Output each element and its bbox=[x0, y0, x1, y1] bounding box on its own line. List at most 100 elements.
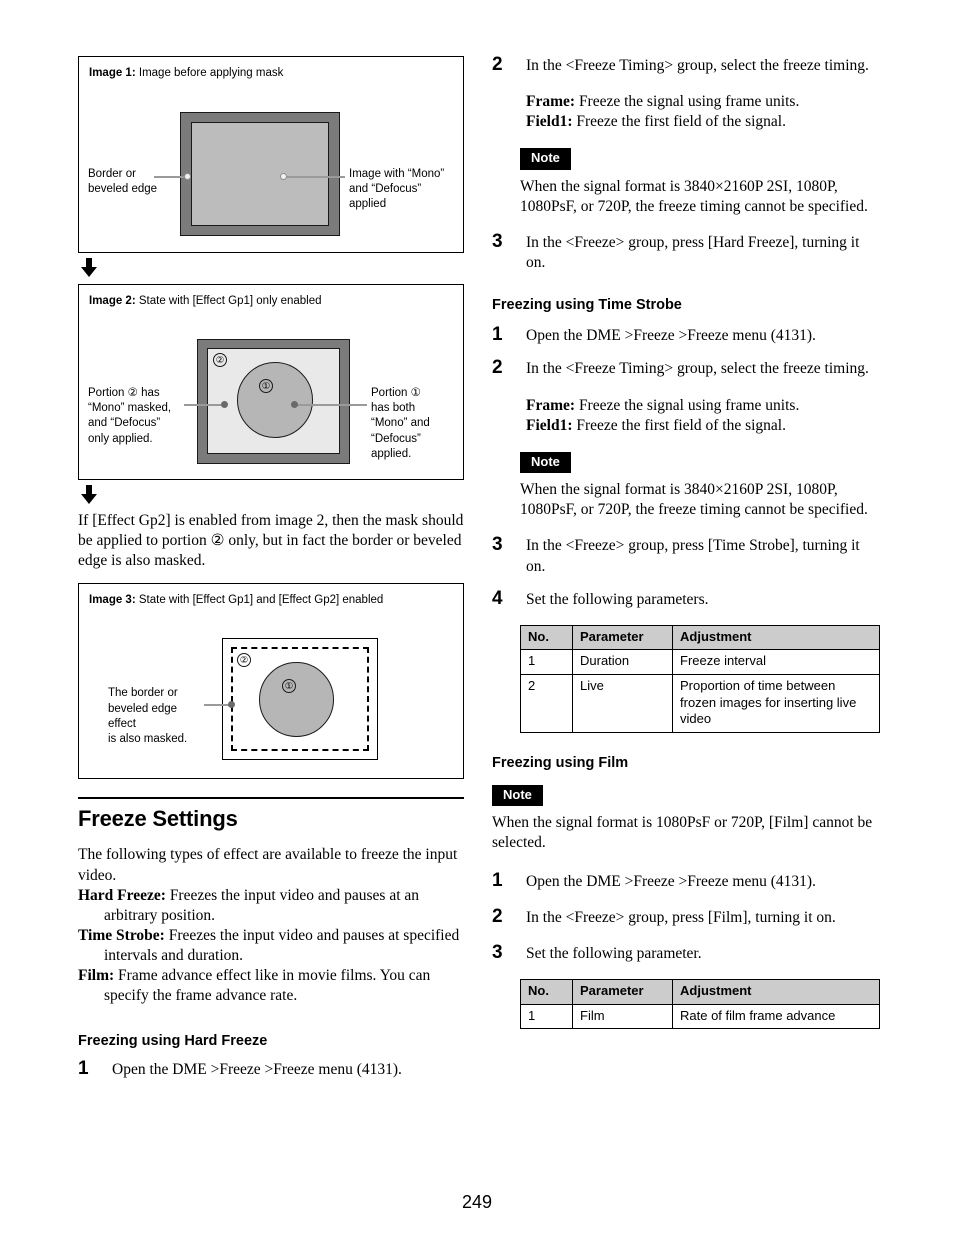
frame-option: Frame: Freeze the signal using frame uni… bbox=[526, 92, 882, 112]
figure-2-anchor-right bbox=[291, 401, 298, 408]
field1-option: Field1: Freeze the first field of the si… bbox=[526, 416, 882, 436]
figure-image-2: Image 2: State with [Effect Gp1] only en… bbox=[78, 284, 464, 480]
table-row: 2 Live Proportion of time between frozen… bbox=[520, 674, 880, 733]
step-number: 1 bbox=[78, 1057, 89, 1079]
figure-1-anchor-right bbox=[280, 173, 287, 180]
heading-freezing-using-time-strobe: Freezing using Time Strobe bbox=[492, 297, 682, 314]
callout-line: The border or bbox=[108, 687, 178, 700]
freeze-settings-intro: The following types of effect are availa… bbox=[78, 846, 458, 884]
callout-line: beveled edge effect bbox=[108, 702, 178, 730]
step-number: 3 bbox=[492, 941, 503, 963]
callout-line: is also masked. bbox=[108, 732, 188, 745]
step-number: 2 bbox=[492, 357, 503, 379]
frame-option: Frame: Freeze the signal using frame uni… bbox=[526, 396, 882, 416]
hard-freeze-note: Note When the signal format is 3840×2160… bbox=[492, 148, 882, 217]
film-note: Note When the signal format is 1080PsF o… bbox=[492, 784, 882, 854]
effect-time-strobe: Time Strobe: Freezes the input video and… bbox=[78, 926, 464, 966]
step-number: 1 bbox=[492, 324, 503, 346]
step-text: In the <Freeze> group, press [Hard Freez… bbox=[526, 234, 860, 272]
film-step-1: 1 Open the DME >Freeze >Freeze menu (413… bbox=[492, 869, 882, 892]
time-strobe-step-1: 1 Open the DME >Freeze >Freeze menu (413… bbox=[492, 324, 882, 346]
callout-line: Image with “Mono” bbox=[349, 168, 445, 180]
callout-line: “Mono” masked, bbox=[88, 402, 172, 415]
note-text: When the signal format is 1080PsF or 720… bbox=[492, 814, 873, 852]
callout-line: only applied. bbox=[88, 432, 153, 445]
figure-1-label: Image 1: bbox=[89, 67, 136, 79]
cell-adjustment: Rate of film frame advance bbox=[672, 1003, 880, 1030]
field1-option: Field1: Freeze the first field of the si… bbox=[526, 112, 882, 132]
table-header-adjustment: Adjustment bbox=[672, 978, 880, 1005]
note-text: When the signal format is 3840×2160P 2SI… bbox=[520, 177, 868, 215]
figure-3-callout-left: The border or beveled edge effect is als… bbox=[108, 686, 208, 747]
callout-line: “Mono” and bbox=[371, 417, 430, 430]
right-column: 2 In the <Freeze Timing> group, select t… bbox=[492, 54, 882, 1030]
table-header-adjustment: Adjustment bbox=[672, 624, 880, 651]
time-strobe-step-2: 2 In the <Freeze Timing> group, select t… bbox=[492, 357, 882, 379]
callout-line: Portion ① bbox=[371, 387, 421, 399]
step-number: 1 bbox=[492, 869, 503, 891]
field1-desc: Freeze the first field of the signal. bbox=[576, 416, 786, 434]
table-row: 1 Film Rate of film frame advance bbox=[520, 1003, 880, 1030]
figure-image-3: Image 3: State with [Effect Gp1] and [Ef… bbox=[78, 583, 464, 780]
cell-parameter: Film bbox=[572, 1003, 673, 1030]
time-strobe-step-3: 3 In the <Freeze> group, press [Time Str… bbox=[492, 534, 882, 576]
callout-line: and “Defocus” bbox=[88, 417, 161, 430]
film-step-2: 2 In the <Freeze> group, press [Film], t… bbox=[492, 906, 882, 928]
cell-adjustment: Freeze interval bbox=[672, 649, 880, 676]
page-title: Freeze Settings bbox=[78, 806, 238, 832]
callout-line: Portion ② has bbox=[88, 387, 160, 399]
table-header-row: No. Parameter Adjustment bbox=[520, 624, 880, 651]
figure-2-marker-2: ② bbox=[213, 353, 227, 367]
figure-2-leader-right bbox=[294, 404, 367, 406]
flow-arrow-down-icon-2 bbox=[81, 485, 105, 507]
figure-3-label: Image 3: bbox=[89, 594, 136, 607]
step-text: In the <Freeze Timing> group, select the… bbox=[526, 360, 869, 378]
callout-line: applied bbox=[349, 198, 387, 211]
cell-no: 1 bbox=[520, 1003, 573, 1030]
figure-2-marker-1: ① bbox=[259, 379, 273, 393]
figure-1-leader-left bbox=[154, 176, 188, 178]
cell-parameter: Live bbox=[572, 674, 673, 733]
note-text: When the signal format is 3840×2160P 2SI… bbox=[520, 481, 868, 519]
callout-line: Border or bbox=[88, 168, 136, 180]
step-text: Set the following parameter. bbox=[526, 944, 702, 962]
table-header-no: No. bbox=[520, 978, 573, 1005]
interstitial-paragraph: If [Effect Gp2] is enabled from image 2,… bbox=[78, 512, 464, 570]
step-number: 3 bbox=[492, 534, 503, 556]
figure-2-anchor-left bbox=[221, 401, 228, 408]
left-column: Image 1: Image before applying mask Bord… bbox=[78, 56, 464, 1093]
cell-adjustment: Proportion of time between frozen images… bbox=[672, 674, 880, 733]
time-strobe-step-4: 4 Set the following parameters. bbox=[492, 588, 882, 610]
figure-1-caption-text: Image before applying mask bbox=[138, 67, 284, 79]
frame-term: Frame: bbox=[526, 93, 576, 111]
table-row: 1 Duration Freeze interval bbox=[520, 649, 880, 676]
step-text: Set the following parameters. bbox=[526, 590, 709, 608]
effect-hard-freeze: Hard Freeze: Freezes the input video and… bbox=[78, 886, 464, 926]
cell-parameter: Duration bbox=[572, 649, 673, 676]
effect-time-strobe-term: Time Strobe: bbox=[78, 926, 165, 944]
step-text: Open the DME >Freeze >Freeze menu (4131)… bbox=[112, 1060, 402, 1078]
heading-freezing-using-film: Freezing using Film bbox=[492, 754, 629, 771]
step-text: In the <Freeze> group, press [Time Strob… bbox=[526, 537, 860, 575]
film-step-3: 3 Set the following parameter. bbox=[492, 941, 882, 964]
field1-term: Field1: bbox=[526, 416, 573, 434]
time-strobe-timing-options: Frame: Freeze the signal using frame uni… bbox=[492, 396, 882, 436]
hard-freeze-step-3: 3 In the <Freeze> group, press [Hard Fre… bbox=[492, 231, 882, 273]
figure-2-caption-text: State with [Effect Gp1] only enabled bbox=[138, 295, 322, 307]
callout-line: applied. bbox=[371, 447, 412, 460]
figure-image-1: Image 1: Image before applying mask Bord… bbox=[78, 56, 464, 253]
table-header-row: No. Parameter Adjustment bbox=[520, 978, 880, 1005]
flow-arrow-down-icon bbox=[81, 258, 105, 280]
time-strobe-parameters-table: No. Parameter Adjustment 1 Duration Free… bbox=[520, 624, 880, 733]
effect-film-desc: Frame advance effect like in movie films… bbox=[104, 967, 431, 1005]
cell-no: 2 bbox=[520, 674, 573, 733]
frame-term: Frame: bbox=[526, 396, 576, 414]
table-header-no: No. bbox=[520, 624, 573, 651]
hard-freeze-step-1: 1 Open the DME >Freeze >Freeze menu (413… bbox=[78, 1057, 464, 1080]
callout-line: has both bbox=[371, 402, 416, 415]
callout-line: and “Defocus” bbox=[349, 183, 422, 196]
figure-3-caption: Image 3: State with [Effect Gp1] and [Ef… bbox=[79, 584, 463, 607]
step-number: 2 bbox=[492, 54, 503, 75]
cell-no: 1 bbox=[520, 649, 573, 676]
section-rule bbox=[78, 797, 464, 800]
